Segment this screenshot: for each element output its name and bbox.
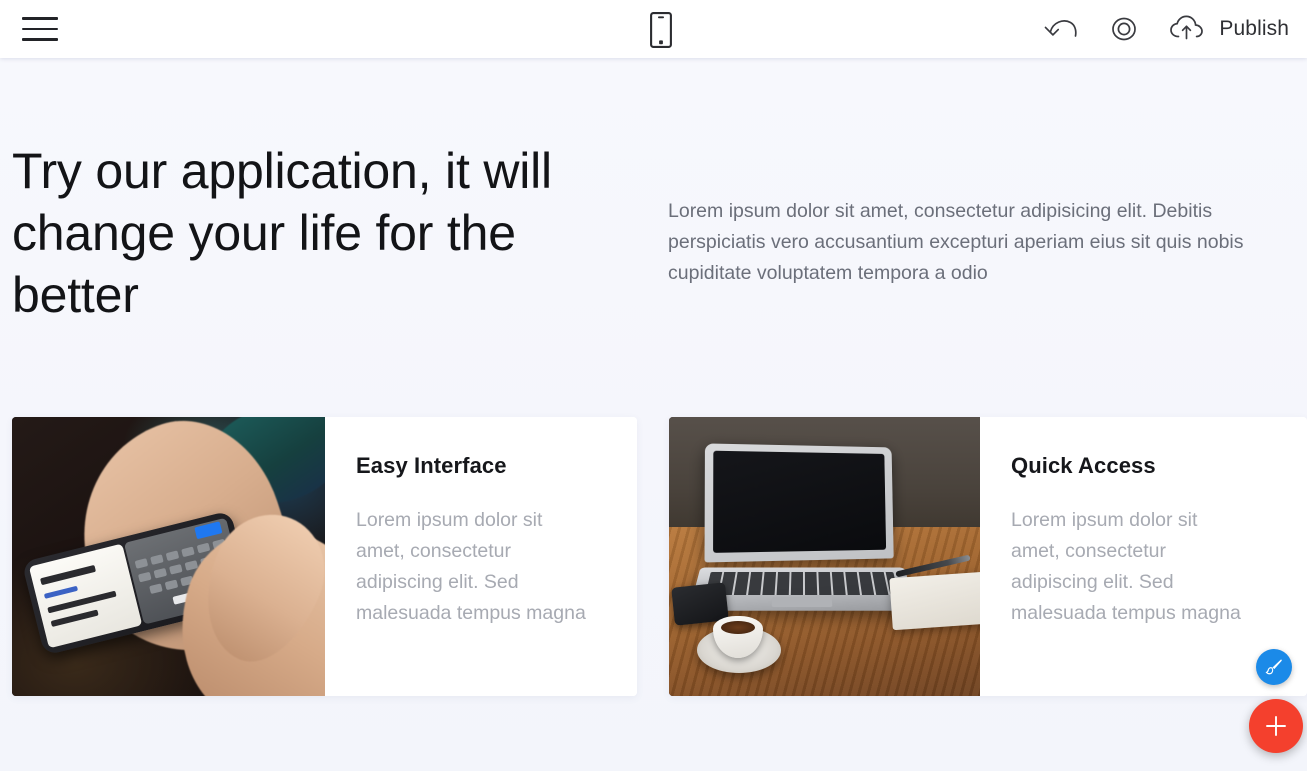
publish-button[interactable]: Publish — [1168, 9, 1293, 49]
publish-label: Publish — [1219, 17, 1289, 40]
eye-preview-icon[interactable] — [1104, 9, 1144, 49]
eye-preview-glyph — [1112, 17, 1137, 41]
hamburger-menu-icon[interactable] — [22, 12, 58, 46]
photo-laptop-display — [713, 450, 887, 553]
feature-cards-section: Easy Interface Lorem ipsum dolor sit ame… — [0, 417, 1307, 697]
feature-card[interactable]: Easy Interface Lorem ipsum dolor sit ame… — [12, 417, 637, 696]
hands-holding-smartphone-photo — [12, 417, 325, 696]
cloud-upload-icon — [1170, 15, 1204, 40]
page-canvas[interactable]: Try our application, it will change your… — [0, 58, 1307, 771]
undo-arrow-glyph — [1045, 20, 1078, 37]
paintbrush-icon — [1265, 659, 1282, 675]
photo-backdrop — [669, 417, 980, 696]
photo-highlight — [194, 521, 223, 540]
photo-laptop-trackpad — [771, 597, 833, 607]
mobile-device-icon[interactable] — [648, 10, 674, 50]
feature-card-text: Lorem ipsum dolor sit amet, consectetur … — [1011, 509, 1241, 624]
feature-card-title: Easy Interface — [356, 453, 507, 478]
photo-backdrop — [12, 417, 325, 696]
laptop-on-wooden-desk-photo — [669, 417, 980, 696]
photo-coffee — [721, 621, 755, 634]
photo-laptop-screen — [704, 443, 894, 563]
photo-screen-left — [28, 543, 143, 649]
plus-icon — [1266, 716, 1286, 736]
hero-paragraph: Lorem ipsum dolor sit amet, consectetur … — [668, 200, 1244, 284]
feature-card-body: Quick Access Lorem ipsum dolor sit amet,… — [980, 417, 1307, 696]
style-editor-fab[interactable] — [1256, 649, 1292, 685]
toolbar-actions: Publish — [1044, 0, 1293, 58]
hero-section[interactable]: Try our application, it will change your… — [0, 58, 1307, 416]
hamburger-line — [22, 38, 58, 41]
photo-laptop-keys — [705, 571, 899, 596]
hamburger-line — [22, 27, 58, 31]
hamburger-line — [22, 17, 58, 20]
website-builder-app: Publish Try our application, it will cha… — [0, 0, 1307, 771]
feature-card-text: Lorem ipsum dolor sit amet, consectetur … — [356, 509, 586, 624]
undo-arrow-icon[interactable] — [1044, 9, 1080, 49]
feature-card[interactable]: Quick Access Lorem ipsum dolor sit amet,… — [669, 417, 1307, 696]
editor-toolbar: Publish — [0, 0, 1307, 58]
mobile-device-glyph — [650, 12, 672, 48]
page-title: Try our application, it will change your… — [12, 143, 552, 323]
feature-card-body: Easy Interface Lorem ipsum dolor sit ame… — [325, 417, 637, 696]
add-block-fab[interactable] — [1249, 699, 1303, 753]
photo-notepad — [889, 571, 980, 631]
feature-card-title: Quick Access — [1011, 453, 1156, 478]
